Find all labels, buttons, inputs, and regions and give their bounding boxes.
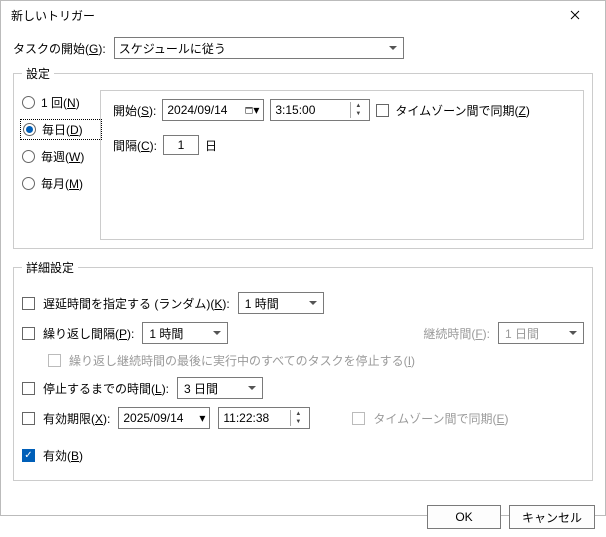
window-title: 新しいトリガー — [11, 7, 555, 24]
start-date-input[interactable]: 2024/09/14 ▾ — [162, 99, 264, 121]
delay-label: 遅延時間を指定する (ランダム)(K): — [43, 295, 230, 312]
begin-task-row: タスクの開始(G): スケジュールに従う — [13, 37, 593, 59]
titlebar: 新しいトリガー — [1, 1, 605, 29]
delay-combo[interactable]: 1 時間 — [238, 292, 324, 314]
stop-at-end-label: 繰り返し継続時間の最後に実行中のすべてのタスクを停止する(I) — [69, 352, 415, 369]
time-spinner[interactable]: ▲▼ — [350, 102, 365, 118]
expire-label: 有効期限(X): — [43, 410, 110, 427]
interval-label: 間隔(C): — [113, 137, 157, 154]
stop-after-combo[interactable]: 3 日間 — [177, 377, 263, 399]
ok-button[interactable]: OK — [427, 505, 501, 529]
start-time-input[interactable]: 3:15:00 ▲▼ — [270, 99, 370, 121]
settings-legend: 設定 — [22, 65, 54, 82]
begin-task-label: タスクの開始(G): — [13, 40, 106, 57]
begin-task-value: スケジュールに従う — [119, 40, 226, 57]
stop-at-end-checkbox — [48, 354, 61, 367]
calendar-icon: ▾ — [245, 103, 259, 117]
schedule-radios: 1 回(N) 毎日(D) 毎週(W) 毎月(M) — [22, 90, 100, 240]
sync-tz-label: タイムゾーン間で同期(Z) — [395, 102, 530, 119]
close-icon — [570, 10, 580, 20]
delay-checkbox[interactable] — [22, 297, 35, 310]
begin-task-select[interactable]: スケジュールに従う — [114, 37, 404, 59]
schedule-detail: 開始(S): 2024/09/14 ▾ 3:15:00 ▲▼ タイムゾーン間で同… — [100, 90, 584, 240]
interval-unit: 日 — [205, 137, 217, 154]
chevron-down-icon: ▾ — [199, 411, 205, 425]
enabled-label: 有効(B) — [43, 447, 83, 464]
repeat-checkbox[interactable] — [22, 327, 35, 340]
expire-sync-checkbox — [352, 412, 365, 425]
stop-after-checkbox[interactable] — [22, 382, 35, 395]
start-label: 開始(S): — [113, 102, 156, 119]
expire-checkbox[interactable] — [22, 412, 35, 425]
advanced-legend: 詳細設定 — [22, 259, 78, 276]
interval-input[interactable]: 1 — [163, 135, 199, 155]
settings-group: 設定 1 回(N) 毎日(D) 毎週(W) 毎月(M) 開始(S): 2024/… — [13, 65, 593, 249]
duration-label: 継続時間(F): — [423, 325, 490, 342]
expire-date-input[interactable]: 2025/09/14▾ — [118, 407, 210, 429]
radio-daily[interactable]: 毎日(D) — [22, 121, 100, 138]
enabled-checkbox[interactable]: ✓ — [22, 449, 35, 462]
advanced-group: 詳細設定 遅延時間を指定する (ランダム)(K): 1 時間 繰り返し間隔(P)… — [13, 259, 593, 481]
stop-after-label: 停止するまでの時間(L): — [43, 380, 169, 397]
content: タスクの開始(G): スケジュールに従う 設定 1 回(N) 毎日(D) 毎週(… — [1, 29, 605, 497]
repeat-combo[interactable]: 1 時間 — [142, 322, 228, 344]
time-spinner[interactable]: ▲▼ — [290, 410, 305, 426]
close-button[interactable] — [555, 1, 595, 29]
radio-monthly[interactable]: 毎月(M) — [22, 175, 100, 192]
footer: OK キャンセル — [1, 497, 605, 537]
expire-sync-label: タイムゾーン間で同期(E) — [373, 410, 508, 427]
radio-weekly[interactable]: 毎週(W) — [22, 148, 100, 165]
dialog-new-trigger: 新しいトリガー タスクの開始(G): スケジュールに従う 設定 1 回(N) 毎… — [0, 0, 606, 516]
radio-once[interactable]: 1 回(N) — [22, 94, 100, 111]
cancel-button[interactable]: キャンセル — [509, 505, 595, 529]
expire-time-input[interactable]: 11:22:38▲▼ — [218, 407, 310, 429]
repeat-label: 繰り返し間隔(P): — [43, 325, 134, 342]
duration-combo: 1 日間 — [498, 322, 584, 344]
sync-tz-checkbox[interactable] — [376, 104, 389, 117]
